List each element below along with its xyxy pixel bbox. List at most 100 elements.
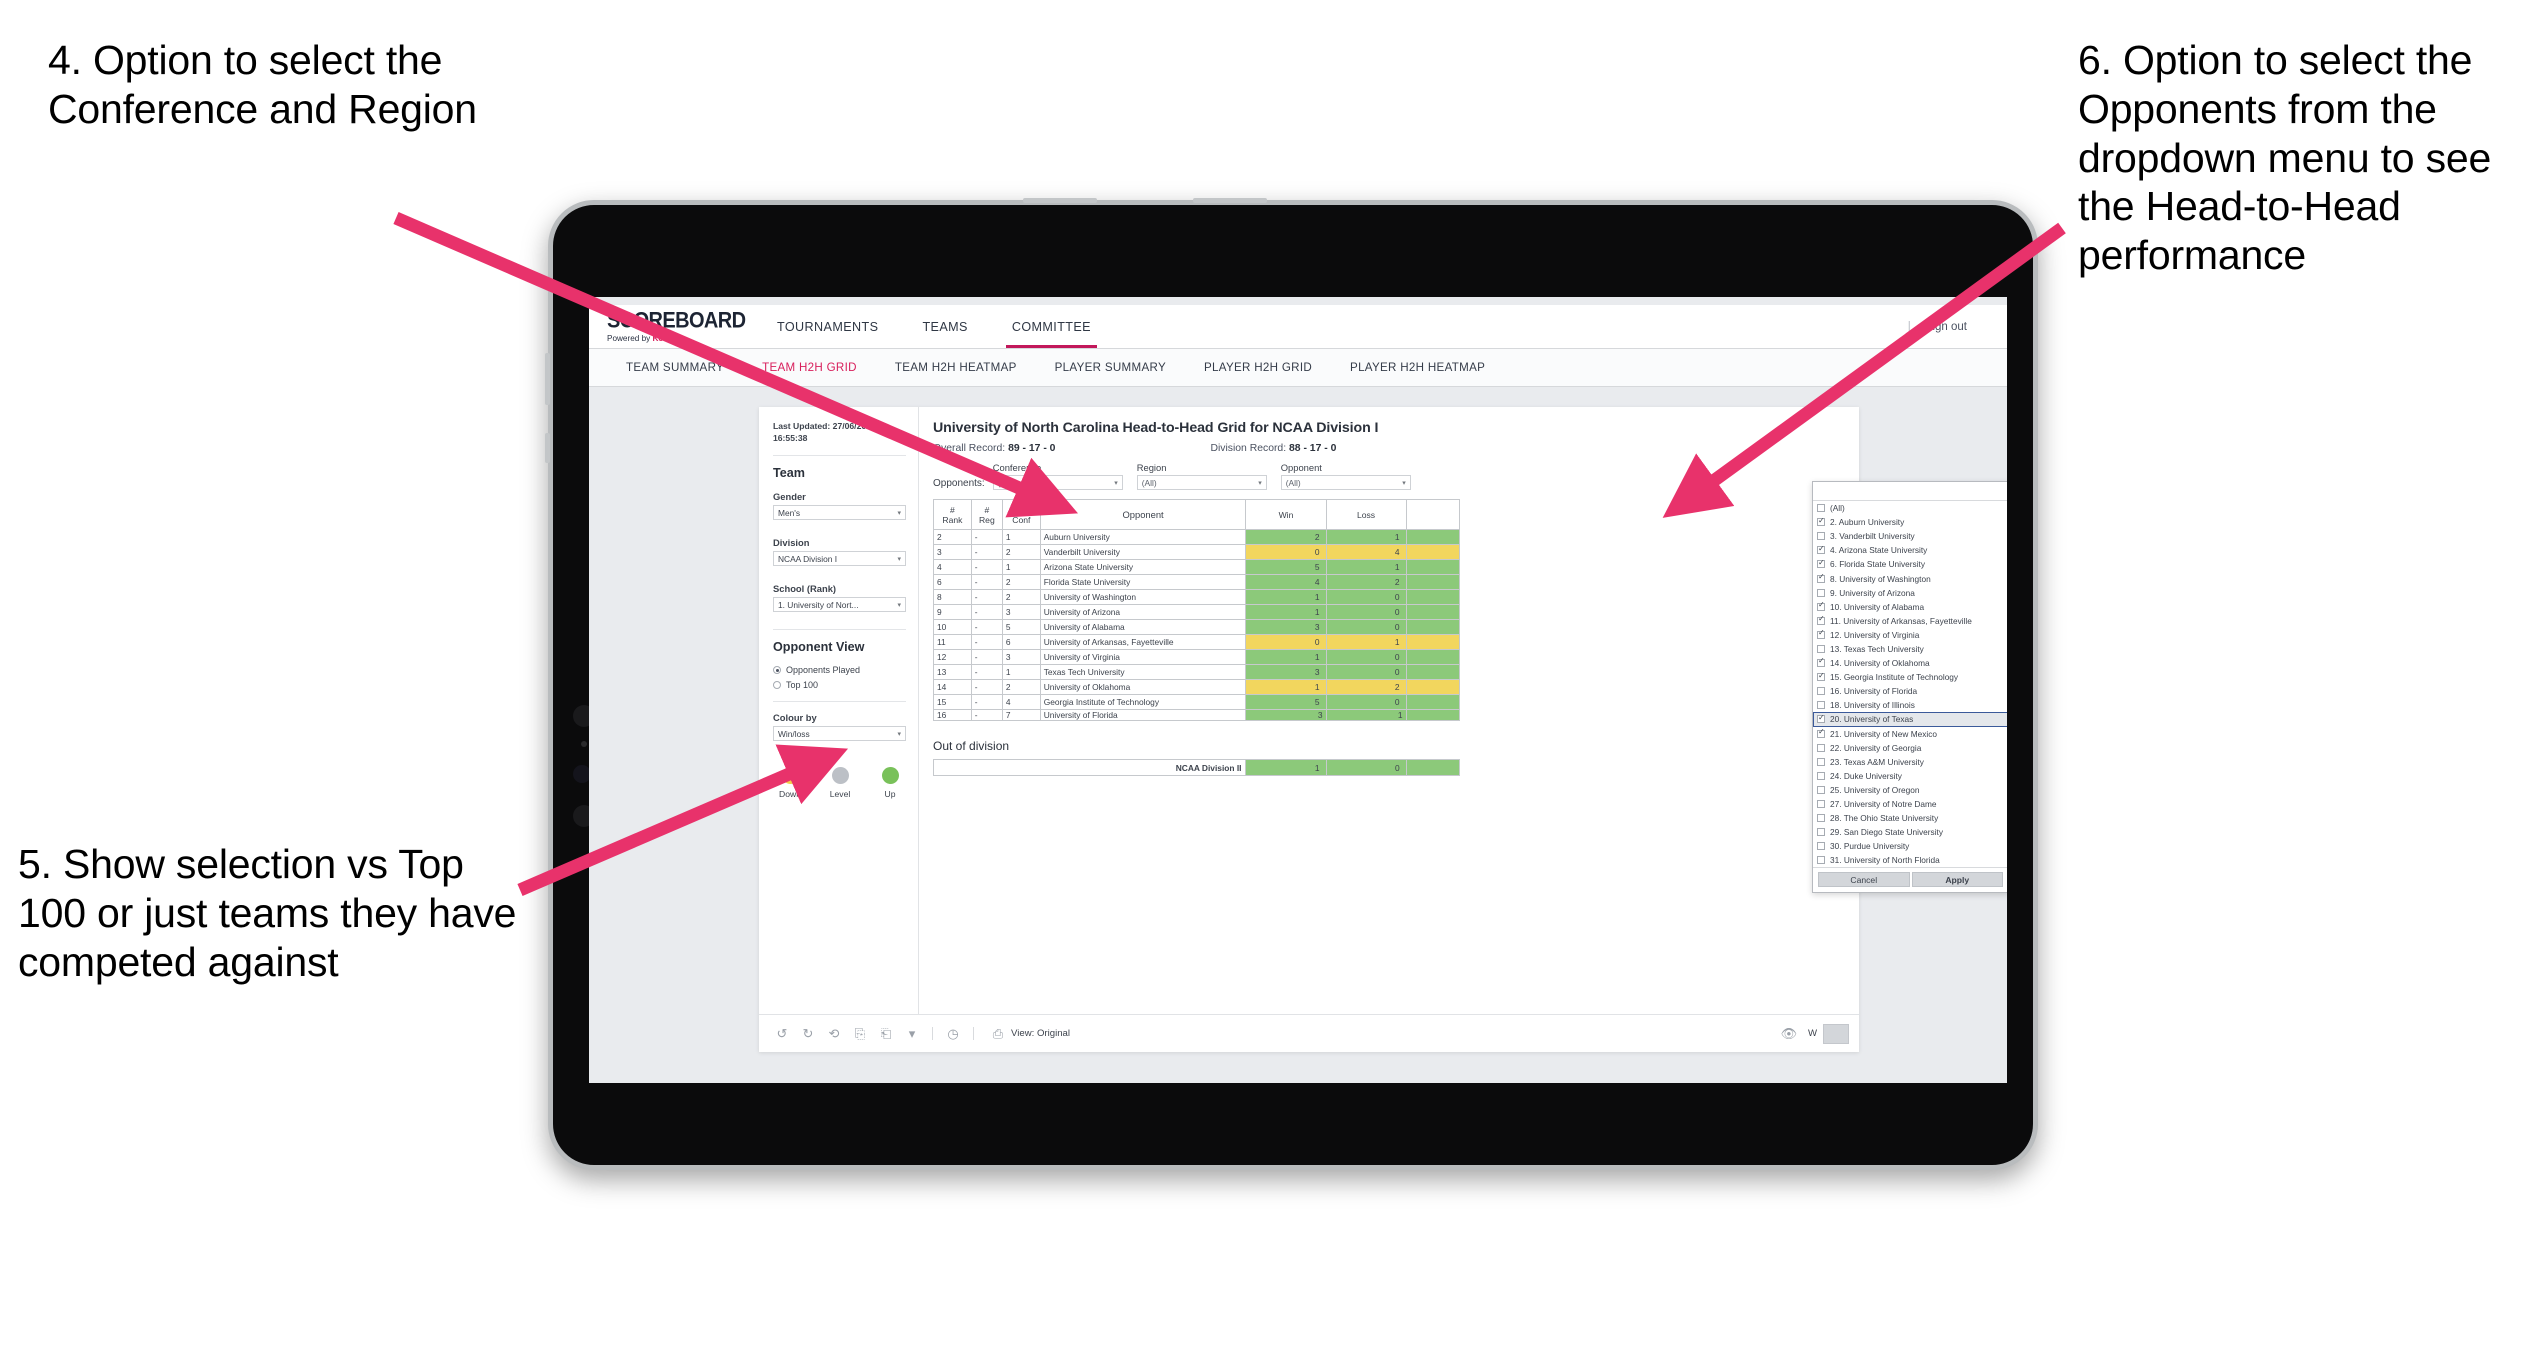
opponent-option[interactable]: 15. Georgia Institute of Technology [1813,670,2007,684]
table-row[interactable]: 12-3 University of Virginia 1 0 [933,649,1461,665]
opponent-option[interactable]: 14. University of Oklahoma [1813,656,2007,670]
opponent-search-input[interactable] [1813,482,2007,501]
table-row[interactable]: 16-7 University of Florida 3 1 [933,709,1461,721]
checkbox-checked-icon[interactable] [1817,657,1825,668]
refresh-data-icon[interactable]: ⎘ [847,1021,873,1047]
opponent-option[interactable]: 16. University of Florida [1813,684,2007,698]
table-row[interactable]: 13-1 Texas Tech University 3 0 [933,664,1461,680]
checkbox-unchecked-icon[interactable] [1817,743,1825,752]
checkbox-unchecked-icon[interactable] [1817,532,1825,541]
opponent-option[interactable]: 8. University of Washington [1813,571,2007,585]
dashboard-dropdown-icon[interactable]: ▾ [899,1021,925,1047]
cancel-button[interactable]: Cancel [1818,872,1910,888]
nav-item-tournaments[interactable]: TOURNAMENTS [755,305,900,348]
opponent-option[interactable]: (All) [1813,501,2007,515]
opponent-option[interactable]: 18. University of Illinois [1813,698,2007,712]
revert-icon[interactable]: ⟲ [821,1021,847,1047]
signout-link[interactable]: Sign out [1925,321,1967,333]
opponent-option[interactable]: 29. San Diego State University [1813,825,2007,839]
opponent-select[interactable]: (All) ▾ [1280,475,1411,490]
checkbox-checked-icon[interactable] [1817,573,1825,583]
table-row[interactable]: 3-2 Vanderbilt University 0 4 [933,544,1461,560]
checkbox-checked-icon[interactable] [1817,615,1825,625]
checkbox-unchecked-icon[interactable] [1817,644,1825,653]
table-row[interactable]: 8-2 University of Washington 1 0 [933,589,1461,605]
region-select[interactable]: (All) ▾ [1136,475,1267,490]
checkbox-checked-icon[interactable] [1817,714,1825,724]
opponent-option[interactable]: 6. Florida State University [1813,557,2007,571]
subnav-item-team-summary[interactable]: TEAM SUMMARY [607,361,743,374]
checkbox-unchecked-icon[interactable] [1817,687,1825,696]
checkbox-checked-icon[interactable] [1817,517,1825,527]
opponent-option[interactable]: 24. Duke University [1813,769,2007,783]
opponent-option[interactable]: 13. Texas Tech University [1813,642,2007,656]
undo-icon[interactable]: ↺ [769,1021,795,1047]
opponent-option[interactable]: 11. University of Arkansas, Fayetteville [1813,614,2007,628]
subnav-item-player-summary[interactable]: PLAYER SUMMARY [1036,361,1185,374]
checkbox-unchecked-icon[interactable] [1817,504,1825,513]
opponent-dropdown-panel[interactable]: (All) 2. Auburn University 3. Vanderbilt U… [1812,481,2007,894]
checkbox-unchecked-icon[interactable] [1817,828,1825,837]
checkbox-unchecked-icon[interactable] [1817,856,1825,865]
redo-icon[interactable]: ↻ [795,1021,821,1047]
opponent-option[interactable]: 25. University of Oregon [1813,783,2007,797]
gender-select[interactable]: Men's ▾ [773,505,906,521]
radio-top-100[interactable]: Top 100 [773,680,906,690]
radio-opponents-played[interactable]: Opponents Played [773,665,906,675]
subnav-item-player-h2h-grid[interactable]: PLAYER H2H GRID [1185,361,1331,374]
subnav-item-team-h2h-grid[interactable]: TEAM H2H GRID [743,361,876,374]
checkbox-unchecked-icon[interactable] [1817,800,1825,809]
checkbox-unchecked-icon[interactable] [1817,785,1825,794]
watch-button-box[interactable] [1823,1023,1849,1044]
checkbox-checked-icon[interactable] [1817,629,1825,639]
nav-item-teams[interactable]: TEAMS [900,305,989,348]
checkbox-checked-icon[interactable] [1817,545,1825,555]
checkbox-checked-icon[interactable] [1817,672,1825,682]
history-icon[interactable]: ◷ [940,1021,966,1047]
checkbox-checked-icon[interactable] [1817,559,1825,569]
checkbox-unchecked-icon[interactable] [1817,757,1825,766]
checkbox-unchecked-icon[interactable] [1817,701,1825,710]
opponent-option[interactable]: 10. University of Alabama [1813,600,2007,614]
opponent-option[interactable]: 21. University of New Mexico [1813,727,2007,741]
conference-select[interactable]: (All) ▾ [992,475,1123,490]
table-row[interactable]: 4-1 Arizona State University 5 1 [933,559,1461,575]
pause-updates-icon[interactable]: ⎗ [873,1021,899,1047]
opponent-option[interactable]: 4. Arizona State University [1813,543,2007,557]
app-logo[interactable]: SCOREBOARD Powered by Kood [607,309,746,342]
opponent-option[interactable]: 9. University of Arizona [1813,586,2007,600]
apply-button[interactable]: Apply [1911,872,2003,888]
opponent-option[interactable]: 12. University of Virginia [1813,628,2007,642]
nav-item-committee[interactable]: COMMITTEE [990,305,1113,348]
checkbox-unchecked-icon[interactable] [1817,814,1825,823]
checkbox-unchecked-icon[interactable] [1817,588,1825,597]
opponent-option[interactable]: 22. University of Georgia [1813,741,2007,755]
school-rank-select[interactable]: 1. University of Nort... ▾ [773,597,906,613]
opponent-option[interactable]: 27. University of Notre Dame [1813,797,2007,811]
checkbox-unchecked-icon[interactable] [1817,771,1825,780]
checkbox-unchecked-icon[interactable] [1817,842,1825,851]
opponent-option[interactable]: 23. Texas A&M University [1813,755,2007,769]
opponent-option[interactable]: 2. Auburn University [1813,515,2007,529]
table-row[interactable]: 2-1 Auburn University 2 1 [933,529,1461,545]
opponent-option[interactable]: 20. University of Texas [1813,712,2007,727]
subnav-item-player-h2h-heatmap[interactable]: PLAYER H2H HEATMAP [1331,361,1504,374]
checkbox-checked-icon[interactable] [1817,601,1825,611]
division-select[interactable]: NCAA Division I ▾ [773,551,906,567]
opponent-option-list[interactable]: (All) 2. Auburn University 3. Vanderbilt U… [1813,501,2007,867]
table-row[interactable]: 9-3 University of Arizona 1 0 [933,604,1461,620]
eye-icon[interactable]: 👁 [1776,1021,1802,1047]
subnav-item-team-h2h-heatmap[interactable]: TEAM H2H HEATMAP [876,361,1036,374]
table-row[interactable]: 15-4 Georgia Institute of Technology 5 0 [933,694,1461,710]
table-row[interactable]: 11-6 University of Arkansas, Fayetteville… [933,634,1461,650]
opponent-option[interactable]: 30. Purdue University [1813,839,2007,853]
opponent-option[interactable]: 31. University of North Florida [1813,853,2007,867]
opponent-option[interactable]: 3. Vanderbilt University [1813,529,2007,543]
table-row[interactable]: 6-2 Florida State University 4 2 [933,574,1461,590]
table-row[interactable]: 14-2 University of Oklahoma 1 2 [933,679,1461,695]
opponent-option[interactable]: 28. The Ohio State University [1813,811,2007,825]
checkbox-checked-icon[interactable] [1817,728,1825,738]
colour-by-select[interactable]: Win/loss ▾ [773,726,906,742]
table-row[interactable]: 10-5 University of Alabama 3 0 [933,619,1461,635]
view-original-button[interactable]: ⎙ View: Original [985,1021,1070,1047]
